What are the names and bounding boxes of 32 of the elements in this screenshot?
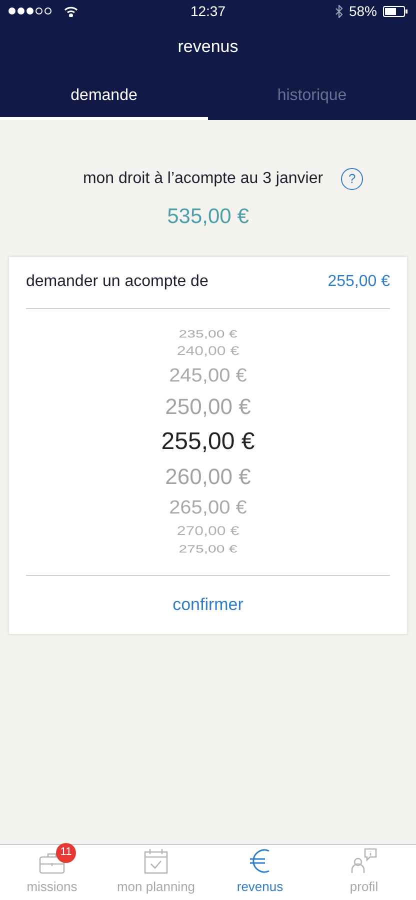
picker-option[interactable]: 235,00 € (178, 328, 238, 340)
tab-bar-item[interactable]: 11 missions (0, 845, 104, 900)
picker-option[interactable]: 270,00 € (176, 525, 240, 538)
entitlement-label: mon droit à l’acompte au 3 janvier (82, 169, 324, 189)
tab-bar-item[interactable]: mon planning (104, 845, 208, 900)
picker-option[interactable]: 260,00 € (165, 466, 251, 488)
picker-option[interactable]: 255,00 € (161, 430, 255, 454)
status-time: 12:37 (190, 2, 226, 20)
picker-option[interactable]: 240,00 € (176, 345, 240, 358)
screen-title: revenus (178, 36, 238, 58)
picker-option[interactable]: 265,00 € (169, 498, 247, 517)
calendar-icon (144, 848, 168, 874)
request-label: demander un acompte de (26, 272, 208, 292)
tab[interactable]: demande (0, 72, 208, 120)
picker-option[interactable]: 275,00 € (178, 544, 238, 554)
battery-icon (382, 6, 408, 16)
entitlement-amount: 535,00 € (167, 204, 249, 230)
bluetooth-icon (334, 4, 343, 18)
help-button[interactable]: ? (341, 168, 364, 190)
tab-bar-item[interactable]: revenus (208, 845, 312, 900)
tab[interactable]: historique (208, 72, 416, 120)
battery-percent: 58% (348, 2, 377, 20)
picker-option[interactable]: 250,00 € (165, 396, 251, 418)
person-chat-icon (351, 848, 377, 874)
request-amount: 255,00 € (328, 272, 390, 292)
signal-icon (8, 7, 54, 15)
confirm-button[interactable]: confirmer (172, 592, 244, 618)
picker-option[interactable]: 245,00 € (169, 366, 247, 385)
notification-badge: 11 (56, 842, 76, 862)
euro-icon (249, 848, 271, 874)
tab-bar-item[interactable]: profil (312, 845, 416, 900)
wifi-icon (64, 6, 78, 16)
